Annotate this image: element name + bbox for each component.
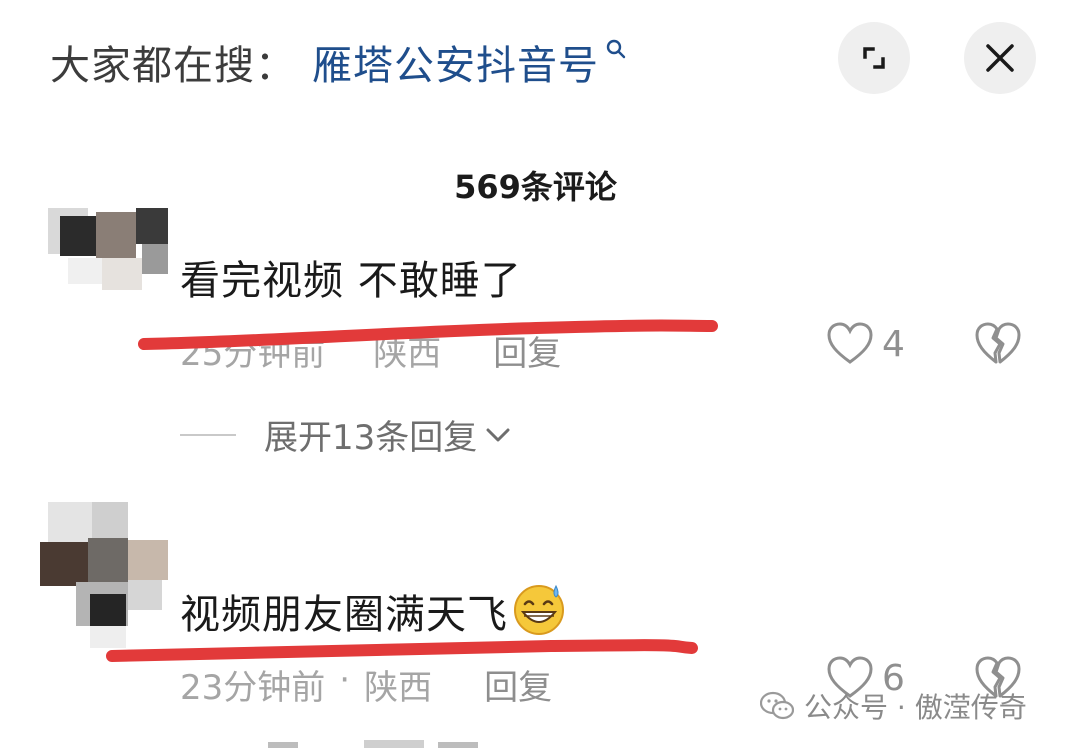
expand-replies-label: 展开13条回复 bbox=[264, 418, 478, 458]
like-button[interactable]: 4 bbox=[826, 322, 905, 366]
comment-location: 陕西 bbox=[364, 668, 433, 708]
search-term-link[interactable]: 雁塔公安抖音号 bbox=[312, 33, 599, 91]
reply-button[interactable]: 回复 bbox=[484, 660, 552, 709]
comment-meta: 23分钟前 · 陕西 回复 bbox=[180, 660, 552, 709]
comment-text: 看完视频 不敢睡了 bbox=[180, 258, 522, 304]
search-suggestion[interactable]: 大家都在搜： 雁塔公安抖音号 bbox=[50, 34, 627, 90]
search-prefix-label: 大家都在搜： bbox=[50, 43, 296, 89]
search-icon bbox=[606, 39, 626, 59]
expand-replies-button[interactable]: 展开13条回复 bbox=[180, 410, 513, 459]
avatar[interactable] bbox=[40, 502, 190, 652]
comment-text: 视频朋友圈满天飞 bbox=[180, 582, 566, 640]
chevron-down-icon bbox=[486, 428, 510, 441]
wechat-icon bbox=[760, 691, 794, 720]
comment-count-title: 569条评论 bbox=[454, 168, 617, 206]
close-button[interactable] bbox=[964, 22, 1036, 94]
comment-time: 23分钟前 bbox=[180, 668, 326, 708]
avatar[interactable] bbox=[48, 208, 168, 300]
broken-heart-icon[interactable] bbox=[974, 322, 1022, 366]
grinning-sweat-emoji bbox=[514, 584, 564, 635]
expand-icon bbox=[863, 47, 885, 69]
watermark: 公众号 · 傲滢传奇 bbox=[760, 686, 1027, 726]
heart-icon bbox=[827, 322, 873, 364]
expand-button[interactable] bbox=[838, 22, 910, 94]
meta-separator: · bbox=[339, 660, 351, 700]
divider-line bbox=[180, 433, 236, 436]
close-icon bbox=[986, 44, 1014, 72]
red-underline bbox=[138, 319, 718, 350]
watermark-text: 公众号 · 傲滢传奇 bbox=[804, 691, 1027, 724]
like-count: 4 bbox=[882, 323, 905, 365]
next-comment-cutoff bbox=[268, 738, 488, 748]
